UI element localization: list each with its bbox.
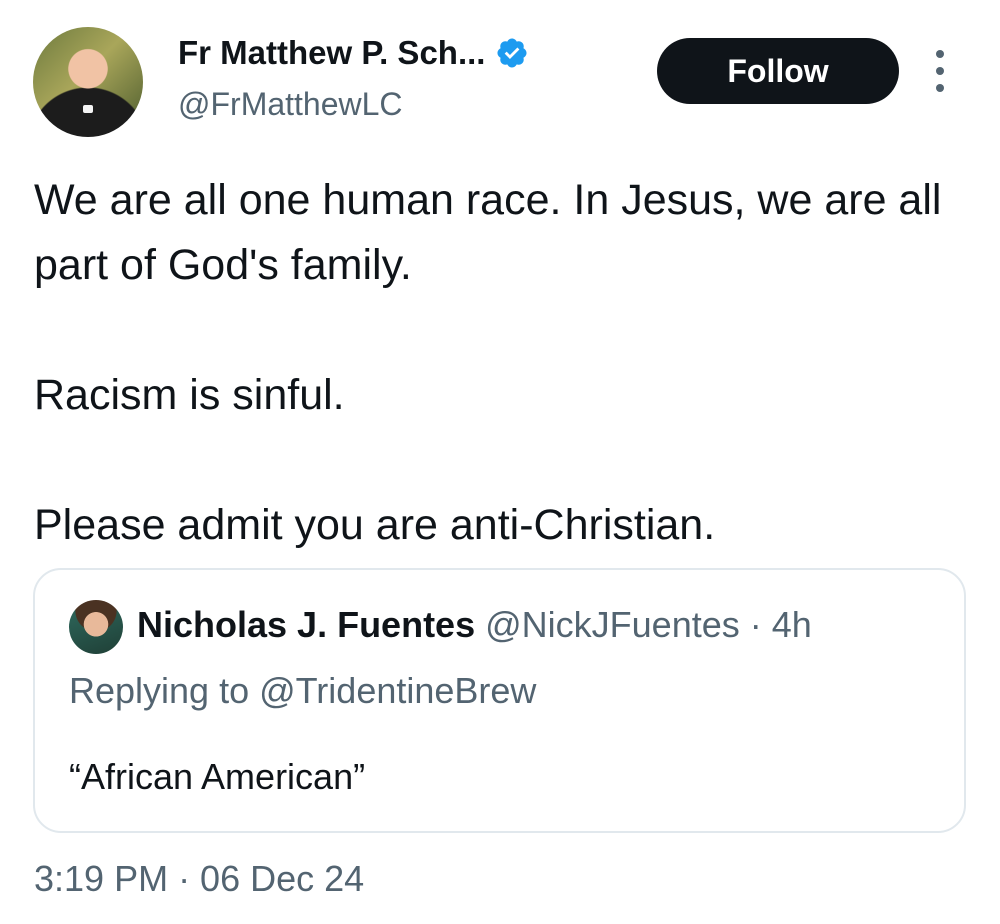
quoted-author-handle: @NickJFuentes [485, 604, 740, 645]
tweet-timestamp[interactable]: 3:19 PM · 06 Dec 24 [34, 858, 364, 900]
verified-badge-icon [497, 38, 527, 68]
tweet-paragraph: We are all one human race. In Jesus, we … [34, 176, 942, 289]
more-dot [936, 67, 944, 75]
tweet-paragraph: Racism is sinful. [34, 371, 345, 419]
more-dot [936, 50, 944, 58]
author-name-row: Fr Matthew P. Sch... [178, 34, 529, 72]
follow-button[interactable]: Follow [657, 38, 899, 104]
quoted-tweet-text: “African American” [69, 756, 366, 797]
more-dot [936, 84, 944, 92]
quoted-author-avatar [69, 600, 123, 654]
quoted-replying-to: Replying to @TridentineBrew [69, 670, 537, 711]
quoted-separator: · [749, 604, 772, 645]
author-avatar[interactable] [33, 27, 143, 137]
quoted-tweet-card[interactable]: Nicholas J. Fuentes @NickJFuentes · 4h R… [33, 568, 966, 833]
author-handle[interactable]: @FrMatthewLC [178, 86, 403, 123]
author-display-name[interactable]: Fr Matthew P. Sch... [178, 34, 485, 72]
quoted-author-name: Nicholas J. Fuentes [137, 604, 476, 645]
quoted-tweet-header: Nicholas J. Fuentes @NickJFuentes · 4h [137, 604, 812, 646]
tweet-text: We are all one human race. In Jesus, we … [34, 168, 964, 558]
tweet-paragraph: Please admit you are anti-Christian. [34, 501, 716, 549]
more-dots-icon[interactable] [930, 50, 950, 92]
quoted-tweet-time: 4h [771, 604, 812, 645]
avatar-collar [83, 105, 93, 113]
